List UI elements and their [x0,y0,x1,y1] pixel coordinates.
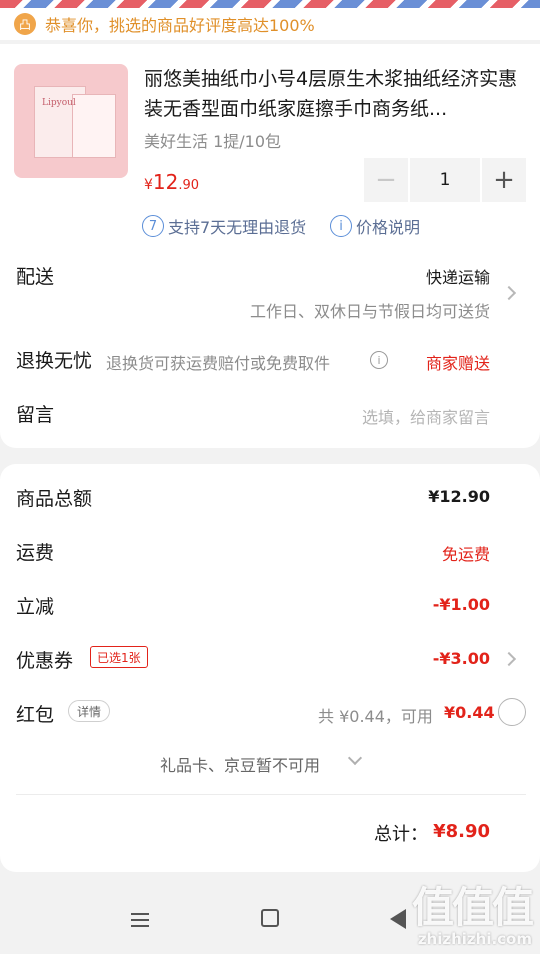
quantity-value[interactable]: 1 [410,158,480,202]
delivery-label: 配送 [16,266,55,288]
subtotal-value: ¥12.90 [428,487,490,506]
product-logo: Lipyoul [42,98,76,108]
decrease-button[interactable]: − [364,158,408,202]
shop-bag-icon: 凸 [14,13,36,35]
redpacket-detail-button[interactable]: 详情 [68,700,111,722]
praise-notice-bar: 凸 恭喜你，挑选的商品好评度高达100% [0,8,540,40]
delivery-method[interactable]: 快递运输 [426,264,490,288]
notice-text: 恭喜你，挑选的商品好评度高达100% [45,16,315,35]
system-nav-bar: 值值值 zhizhizhi.com [0,883,540,954]
redpacket-total: 共 ¥0.44，可用 [318,707,433,726]
product-price: ¥12.90 [144,170,200,194]
chevron-down-icon[interactable] [347,750,363,766]
discount-label: 立减 [16,596,55,618]
total-value: ¥8.90 [433,821,490,842]
home-icon[interactable] [261,909,279,927]
order-summary-card: 商品总额 ¥12.90 运费 免运费 立减 -¥1.00 优惠券 已选1张 -¥… [0,464,540,872]
discount-value: -¥1.00 [432,595,490,614]
returns-tag: 商家赠送 [425,354,490,373]
redpacket-label: 红包 [16,704,55,726]
back-icon[interactable] [390,909,406,929]
coupon-label: 优惠券 [16,650,74,672]
returns-info-icon[interactable]: i [370,351,388,369]
redpacket-available: ¥0.44 [444,703,495,722]
product-spec: 美好生活 1提/10包 [144,132,282,151]
subtotal-label: 商品总额 [16,488,93,510]
shipping-label: 运费 [16,542,55,564]
increase-button[interactable]: + [482,158,526,202]
price-note-link[interactable]: i 价格说明 [330,214,420,238]
summary-divider [16,794,526,795]
return-policy-link[interactable]: 7 支持7天无理由退货 [142,214,306,238]
airmail-border [0,0,540,8]
delivery-note: 工作日、双休日与节假日均可送货 [249,302,490,321]
message-input[interactable]: 选填，给商家留言 [362,404,490,428]
return-policy-text: 支持7天无理由退货 [168,218,307,237]
coupon-chevron-icon[interactable] [501,651,517,667]
info-icon: i [330,215,352,237]
seven-day-return-icon: 7 [142,215,164,237]
quantity-stepper: − 1 + [364,158,526,202]
site-watermark: 值值值 zhizhizhi.com [411,883,534,949]
price-note-text: 价格说明 [356,218,421,237]
returns-desc: 退换货可获运费赔付或免费取件 [106,354,331,373]
delivery-chevron-icon[interactable] [501,285,517,301]
shipping-value: 免运费 [441,545,490,564]
product-image[interactable]: Lipyoul [14,64,128,178]
product-title[interactable]: 丽悠美抽纸巾小号4层原生木浆抽纸经济实惠装无香型面巾纸家庭擦手巾商务纸... [144,64,524,124]
product-card: Lipyoul 丽悠美抽纸巾小号4层原生木浆抽纸经济实惠装无香型面巾纸家庭擦手巾… [0,44,540,448]
coupon-badge: 已选1张 [90,646,148,668]
redpacket-radio[interactable] [498,698,526,726]
giftcard-note[interactable]: 礼品卡、京豆暂不可用 [160,752,320,776]
returns-label: 退换无忧 [16,350,93,372]
coupon-value[interactable]: -¥3.00 [433,649,490,668]
menu-icon[interactable] [131,909,149,931]
total-label: 总计： [374,824,428,845]
message-label: 留言 [16,404,55,426]
